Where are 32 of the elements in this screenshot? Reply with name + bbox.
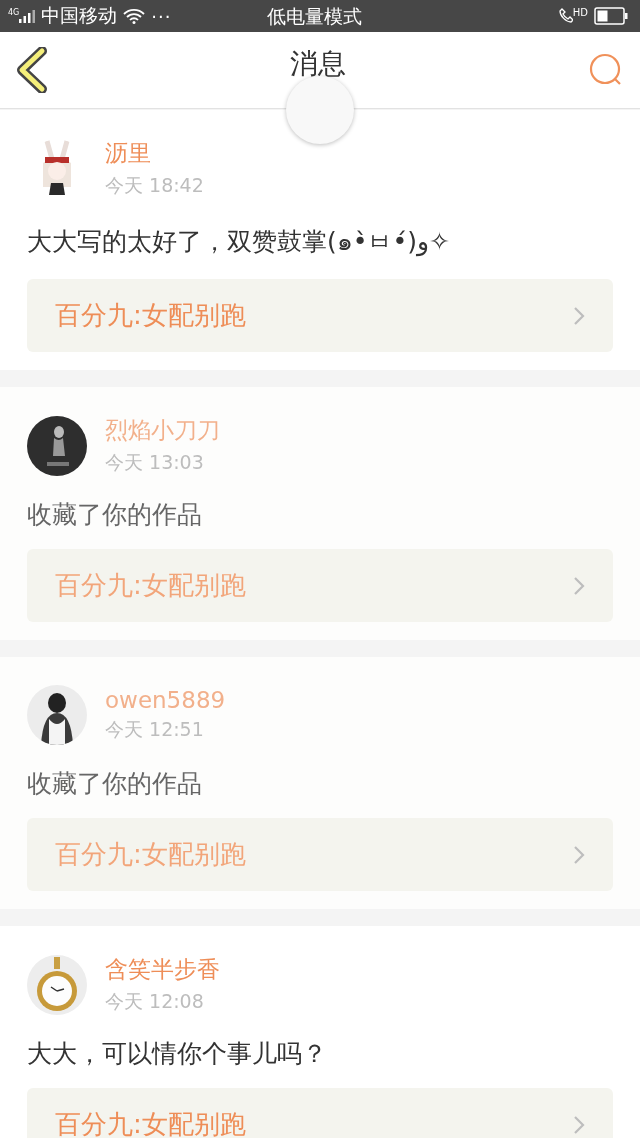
work-title: 百分九:女配别跑 [55, 838, 246, 871]
timestamp: 今天 13:03 [105, 450, 205, 475]
battery-icon [594, 7, 628, 25]
user-name[interactable]: owen5889 [105, 687, 226, 713]
timestamp: 今天 18:42 [105, 173, 204, 198]
work-link[interactable]: 百分九:女配别跑 [27, 279, 613, 352]
message-text: 大大写的太好了，双赞鼓掌(๑•̀ㅂ•́)و✧ [27, 226, 452, 259]
work-title: 百分九:女配别跑 [55, 299, 246, 332]
floating-button[interactable] [286, 76, 354, 144]
message-text: 收藏了你的作品 [27, 768, 203, 800]
back-button[interactable] [16, 47, 48, 93]
chevron-icon [573, 1114, 585, 1135]
user-name[interactable]: 烈焰小刀刀 [105, 415, 220, 446]
work-link[interactable]: 百分九:女配别跑 [27, 549, 613, 622]
user-name[interactable]: 沥里 [105, 138, 204, 169]
work-title: 百分九:女配别跑 [55, 569, 246, 602]
page-title: 消息 [290, 46, 346, 82]
chevron-icon [573, 305, 585, 326]
wifi-icon [123, 8, 146, 24]
work-link[interactable]: 百分九:女配别跑 [27, 818, 613, 891]
more-indicator: ··· [151, 5, 172, 27]
timestamp: 今天 12:51 [105, 717, 205, 742]
work-link[interactable]: 百分九:女配别跑 [27, 1088, 613, 1138]
carrier-name: 中国移动 [41, 3, 118, 28]
message-text: 收藏了你的作品 [27, 499, 203, 531]
message-text: 大大，可以情你个事儿吗？ [27, 1038, 328, 1070]
timestamp: 今天 12:08 [105, 989, 205, 1014]
status-text: 低电量模式 [267, 4, 362, 29]
user-name[interactable]: 含笑半步香 [105, 954, 220, 985]
chevron-icon [573, 575, 585, 596]
work-title: 百分九:女配别跑 [55, 1108, 246, 1138]
chevron-icon [573, 844, 585, 865]
